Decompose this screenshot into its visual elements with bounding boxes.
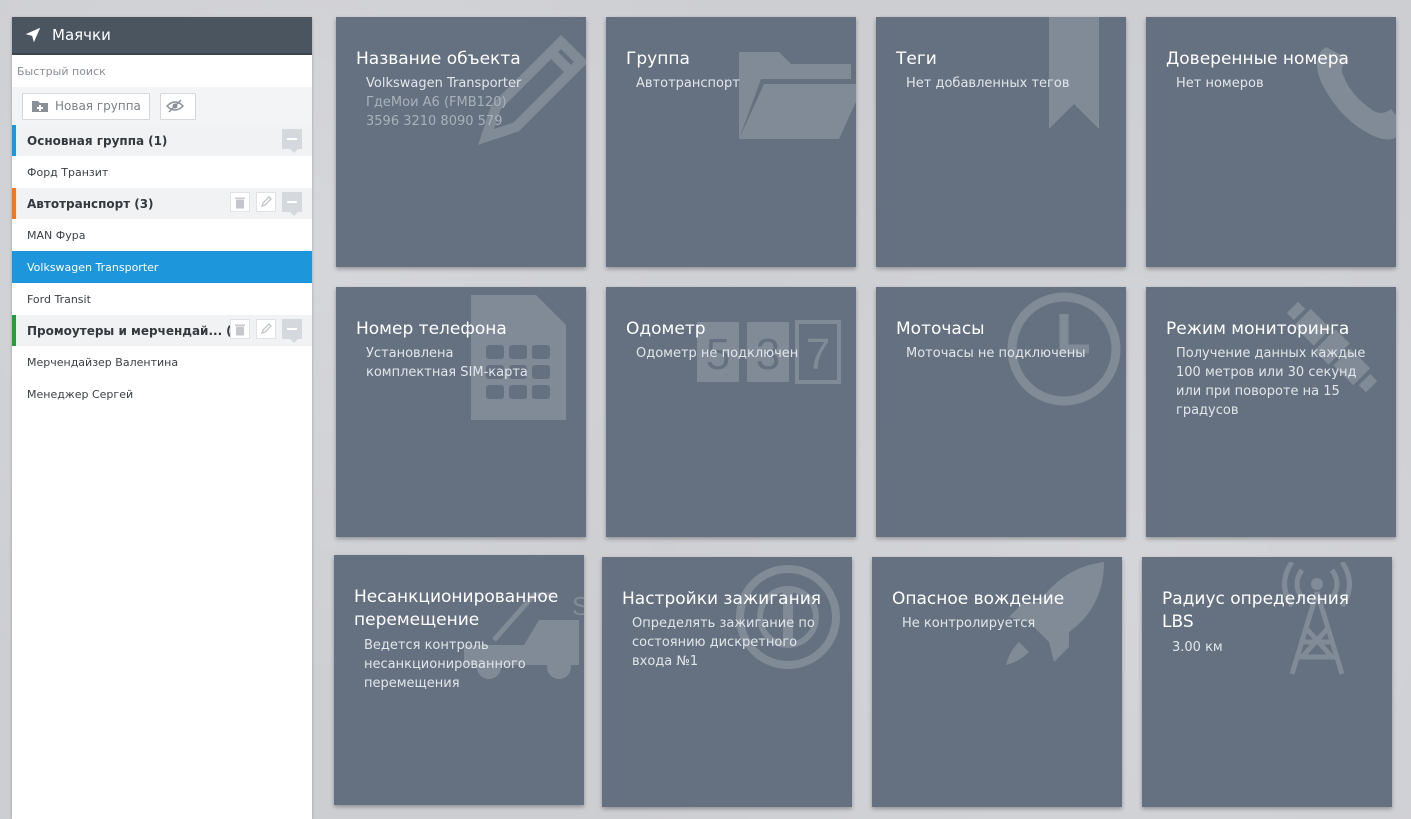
phone-number-value: Установлена комплектная SIM-карта [366,346,528,380]
delete-group-button[interactable] [230,319,250,339]
tile-trusted-numbers[interactable]: Доверенные номера Нет номеров [1146,17,1396,267]
list-item[interactable]: Мерчендайзер Валентина [12,346,312,378]
tile-title: Одометр [626,319,706,339]
tile-odometer[interactable]: 5 3 7 Одометр Одометр не подключен [606,287,856,537]
tile-phone-number[interactable]: Номер телефона Установлена комплектная S… [336,287,586,537]
tile-unauthorized-movement[interactable]: S Несанкционированное перемещение Ведетс… [334,555,584,805]
minus-icon [287,138,297,140]
lbs-radius-value: 3.00 км [1172,640,1223,655]
object-name-value: Volkswagen Transporter [366,76,522,91]
new-group-label: Новая группа [55,99,141,113]
tile-title: Настройки зажигания [622,589,821,609]
group-name: Промоутеры и мерчендай... [27,323,223,338]
tile-title: Режим мониторинга [1166,319,1350,339]
tile-ignition-settings[interactable]: Настройки зажигания Определять зажигание… [602,557,852,807]
tile-title: Доверенные номера [1166,49,1349,69]
device-imei: 3596 3210 8090 579 [366,114,503,129]
quick-search-input[interactable] [12,55,312,87]
folder-add-icon [32,101,48,112]
odometer-value: Одометр не подключен [636,346,799,361]
tracker-name: Volkswagen Transporter [27,260,159,274]
list-item[interactable]: MAN Фура [12,219,312,251]
list-item[interactable]: Ford Transit [12,283,312,315]
tile-dangerous-driving[interactable]: Опасное вождение Не контролируется [872,557,1122,807]
tracker-name: Форд Транзит [27,165,109,179]
group-value: Автотранспорт [636,76,740,91]
tracker-name: MAN Фура [27,228,86,242]
sidebar-title: Маячки [52,26,111,44]
eye-hidden-icon [165,99,184,113]
tile-object-name[interactable]: Название объекта Volkswagen Transporter … [336,17,586,267]
svg-text:S: S [572,591,584,621]
group-name: Автотранспорт [27,196,131,211]
edit-group-button[interactable] [256,192,276,212]
group-name: Основная группа [27,133,145,148]
trash-icon [235,197,245,208]
tile-title: Группа [626,49,690,69]
group-row-transport[interactable]: Автотранспорт (3) [12,188,312,219]
sidebar-toolbar: Новая группа [12,87,312,125]
tile-title: Теги [896,49,937,69]
collapse-group-button[interactable] [282,192,302,216]
trash-icon [235,324,245,335]
pencil-icon [260,323,272,335]
dangerous-driving-value: Не контролируется [902,616,1036,631]
engine-hours-value: Моточасы не подключены [906,346,1086,361]
tracker-name: Ford Transit [27,292,91,306]
tile-title: Радиус определения LBS [1162,589,1349,632]
trusted-numbers-value: Нет номеров [1176,76,1264,91]
collapse-group-button[interactable] [282,319,302,343]
tile-engine-hours[interactable]: Моточасы Моточасы не подключены [876,287,1126,537]
delete-group-button[interactable] [230,192,250,212]
ignition-settings-value: Определять зажигание по состоянию дискре… [632,616,815,669]
tile-tags[interactable]: Теги Нет добавленных тегов [876,17,1126,267]
device-model: ГдеМои A6 (FMB120) [366,95,507,110]
group-count: (1) [148,133,168,148]
toggle-visibility-button[interactable] [159,92,196,120]
navigation-arrow-icon [25,27,41,43]
group-row-main[interactable]: Основная группа (1) [12,125,312,156]
sidebar: Маячки Новая группа Основная группа (1) … [12,17,312,819]
monitoring-mode-value: Получение данных каждые 100 метров или 3… [1176,346,1366,418]
unauthorized-movement-value: Ведется контроль несанкционированного пе… [364,638,526,691]
pencil-icon [260,196,272,208]
group-row-promoters[interactable]: Промоутеры и мерчендай... (2 [12,315,312,346]
list-item[interactable]: Менеджер Сергей [12,378,312,410]
group-count: (3) [134,196,154,211]
minus-icon [287,201,297,203]
tracker-name: Менеджер Сергей [27,387,134,401]
tile-title: Опасное вождение [892,589,1065,609]
list-item[interactable]: Форд Транзит [12,156,312,188]
tile-title: Моточасы [896,319,985,339]
edit-group-button[interactable] [256,319,276,339]
tile-monitoring-mode[interactable]: Режим мониторинга Получение данных кажды… [1146,287,1396,537]
tile-value: Volkswagen Transporter ГдеМои A6 (FMB120… [366,74,570,131]
tile-title: Несанкционированное перемещение [354,587,559,630]
tracker-name: Мерчендайзер Валентина [27,355,179,369]
list-item-active[interactable]: Volkswagen Transporter [12,251,312,283]
tile-title: Название объекта [356,49,521,69]
new-group-button[interactable]: Новая группа [22,92,150,120]
collapse-group-button[interactable] [282,129,302,153]
sidebar-header: Маячки [12,17,312,55]
tags-value: Нет добавленных тегов [906,76,1070,91]
tile-title: Номер телефона [356,319,507,339]
tile-lbs-radius[interactable]: Радиус определения LBS 3.00 км [1142,557,1392,807]
tile-group[interactable]: Группа Автотранспорт [606,17,856,267]
minus-icon [287,328,297,330]
